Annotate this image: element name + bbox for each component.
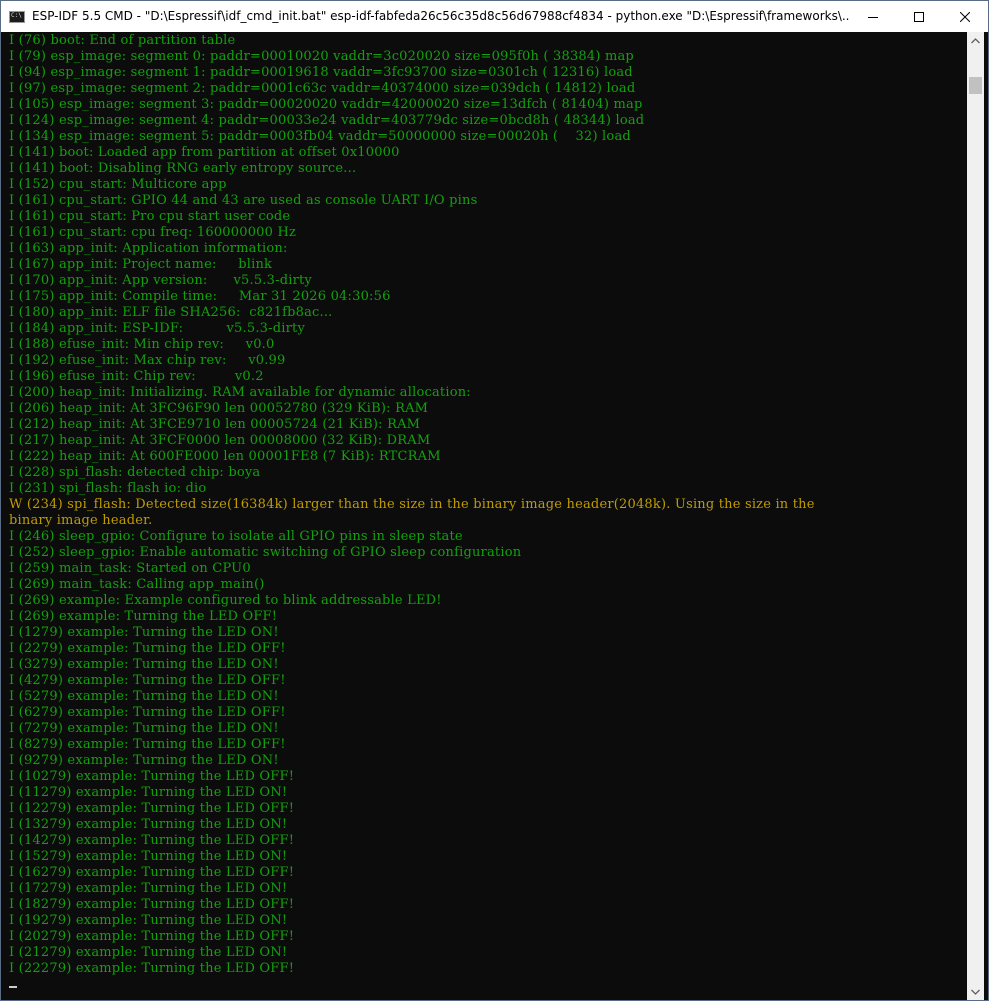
log-line: I (141) boot: Loaded app from partition … — [9, 145, 400, 160]
log-line: I (20279) example: Turning the LED OFF! — [9, 929, 295, 944]
log-line: I (21279) example: Turning the LED ON! — [9, 945, 288, 960]
log-line: I (231) spi_flash: flash io: dio — [9, 481, 207, 496]
vertical-scrollbar[interactable] — [967, 32, 984, 1000]
log-line-warning: W (234) spi_flash: Detected size(16384k)… — [9, 497, 815, 512]
log-line: I (246) sleep_gpio: Configure to isolate… — [9, 529, 463, 544]
log-line: I (13279) example: Turning the LED ON! — [9, 817, 288, 832]
log-line: I (6279) example: Turning the LED OFF! — [9, 705, 286, 720]
chevron-down-icon — [971, 989, 980, 995]
scroll-down-button[interactable] — [967, 983, 984, 1000]
log-line: I (170) app_init: App version: v5.5.3-di… — [9, 273, 312, 288]
log-line: I (161) cpu_start: Pro cpu start user co… — [9, 209, 291, 224]
log-line: I (22279) example: Turning the LED OFF! — [9, 961, 295, 976]
log-line: I (1279) example: Turning the LED ON! — [9, 625, 279, 640]
console-icon[interactable] — [9, 10, 25, 23]
close-button[interactable] — [942, 1, 988, 32]
console-window: ESP-IDF 5.5 CMD - "D:\Espressif\idf_cmd_… — [0, 0, 989, 1001]
log-line: I (269) example: Example configured to b… — [9, 593, 442, 608]
log-line: I (212) heap_init: At 3FCE9710 len 00005… — [9, 417, 421, 432]
scrollbar-thumb[interactable] — [969, 77, 982, 94]
log-line: I (269) main_task: Calling app_main() — [9, 577, 265, 592]
log-line: I (18279) example: Turning the LED OFF! — [9, 897, 295, 912]
minimize-icon — [868, 16, 878, 18]
log-line: I (175) app_init: Compile time: Mar 31 2… — [9, 289, 391, 304]
window-title: ESP-IDF 5.5 CMD - "D:\Espressif\idf_cmd_… — [32, 9, 850, 23]
log-line: I (192) efuse_init: Max chip rev: v0.99 — [9, 353, 286, 368]
log-line: I (141) boot: Disabling RNG early entrop… — [9, 161, 357, 176]
log-line: I (94) esp_image: segment 1: paddr=00019… — [9, 65, 633, 80]
log-line: I (200) heap_init: Initializing. RAM ava… — [9, 385, 471, 400]
log-line: I (184) app_init: ESP-IDF: v5.5.3-dirty — [9, 321, 305, 336]
log-line: I (222) heap_init: At 600FE000 len 00001… — [9, 449, 441, 464]
log-line: I (3279) example: Turning the LED ON! — [9, 657, 279, 672]
log-line: I (14279) example: Turning the LED OFF! — [9, 833, 295, 848]
title-bar[interactable]: ESP-IDF 5.5 CMD - "D:\Espressif\idf_cmd_… — [1, 1, 988, 32]
log-line: I (217) heap_init: At 3FCF0000 len 00008… — [9, 433, 431, 448]
log-line: I (161) cpu_start: GPIO 44 and 43 are us… — [9, 193, 478, 208]
log-line: I (15279) example: Turning the LED ON! — [9, 849, 288, 864]
log-line: I (163) app_init: Application informatio… — [9, 241, 288, 256]
log-line: I (161) cpu_start: cpu freq: 160000000 H… — [9, 225, 297, 240]
log-line: I (19279) example: Turning the LED ON! — [9, 913, 288, 928]
log-line: I (259) main_task: Started on CPU0 — [9, 561, 251, 576]
maximize-icon — [914, 11, 924, 22]
scroll-up-button[interactable] — [967, 32, 984, 49]
log-line: I (10279) example: Turning the LED OFF! — [9, 769, 295, 784]
log-line: I (9279) example: Turning the LED ON! — [9, 753, 279, 768]
log-line: I (79) esp_image: segment 0: paddr=00010… — [9, 49, 634, 64]
log-line: I (252) sleep_gpio: Enable automatic swi… — [9, 545, 522, 560]
log-line: I (105) esp_image: segment 3: paddr=0002… — [9, 97, 643, 112]
window-controls — [850, 1, 988, 32]
log-line: I (180) app_init: ELF file SHA256: c821f… — [9, 305, 333, 320]
log-line: I (188) efuse_init: Min chip rev: v0.0 — [9, 337, 275, 352]
text-cursor — [9, 986, 17, 988]
log-lines: I (76) boot: End of partition table I (79… — [9, 33, 967, 977]
log-line: I (11279) example: Turning the LED ON! — [9, 785, 288, 800]
log-line-warning: binary image header. — [9, 513, 153, 528]
close-icon — [960, 11, 970, 22]
log-line: I (228) spi_flash: detected chip: boya — [9, 465, 261, 480]
log-line: I (4279) example: Turning the LED OFF! — [9, 673, 286, 688]
log-line: I (97) esp_image: segment 2: paddr=0001c… — [9, 81, 636, 96]
log-line: I (2279) example: Turning the LED OFF! — [9, 641, 286, 656]
log-line: I (152) cpu_start: Multicore app — [9, 177, 227, 192]
log-line: I (196) efuse_init: Chip rev: v0.2 — [9, 369, 264, 384]
log-line: I (134) esp_image: segment 5: paddr=0003… — [9, 129, 631, 144]
log-line: I (7279) example: Turning the LED ON! — [9, 721, 279, 736]
maximize-button[interactable] — [896, 1, 942, 32]
chevron-up-icon — [971, 37, 980, 43]
log-line: I (8279) example: Turning the LED OFF! — [9, 737, 286, 752]
minimize-button[interactable] — [850, 1, 896, 32]
console-output[interactable]: I (76) boot: End of partition table I (79… — [1, 32, 971, 1000]
log-line: I (17279) example: Turning the LED ON! — [9, 881, 288, 896]
log-line: I (206) heap_init: At 3FC96F90 len 00052… — [9, 401, 429, 416]
log-line: I (5279) example: Turning the LED ON! — [9, 689, 279, 704]
log-line: I (124) esp_image: segment 4: paddr=0003… — [9, 113, 645, 128]
log-line: I (76) boot: End of partition table — [9, 33, 236, 48]
log-line: I (16279) example: Turning the LED OFF! — [9, 865, 295, 880]
log-line: I (167) app_init: Project name: blink — [9, 257, 273, 272]
log-line: I (12279) example: Turning the LED OFF! — [9, 801, 295, 816]
log-line: I (269) example: Turning the LED OFF! — [9, 609, 278, 624]
